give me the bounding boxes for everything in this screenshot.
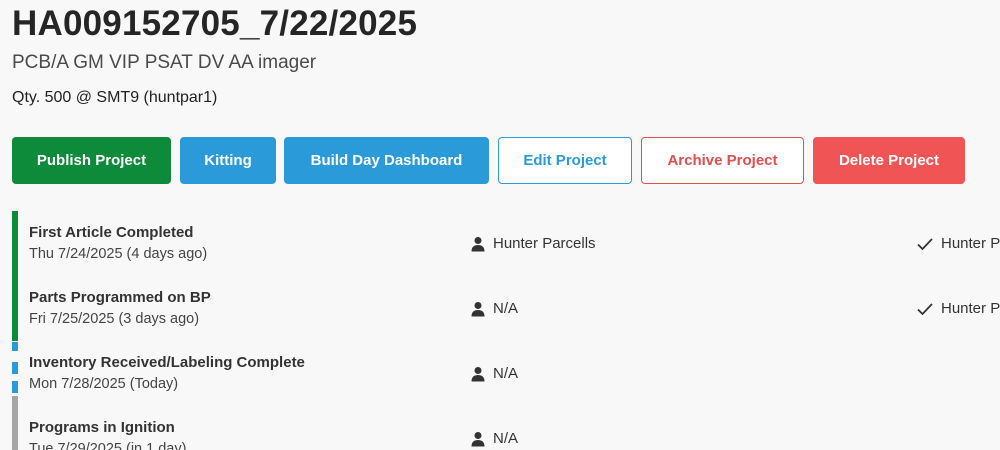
milestone-completed-by: Hunter P [916,235,1000,252]
publish-project-button[interactable]: Publish Project [12,137,171,184]
milestone-date: Thu 7/24/2025 (4 days ago) [29,246,208,262]
user-icon [471,366,485,381]
user-icon [471,236,485,251]
milestone-completed-by: Hunter P [916,300,1000,317]
archive-project-button[interactable]: Archive Project [641,137,804,184]
milestone-name: Parts Programmed on BP [29,289,211,306]
milestone-row[interactable]: Programs in Ignition Tue 7/29/2025 (in 1… [0,406,1000,450]
milestone-timeline: First Article Completed Thu 7/24/2025 (4… [0,211,1000,450]
milestone-name: First Article Completed [29,224,194,241]
milestone-assignee: N/A [470,300,518,317]
milestone-name: Inventory Received/Labeling Complete [29,354,305,371]
assignee-name: N/A [493,300,519,317]
milestone-assignee: N/A [470,365,518,382]
project-subtitle: PCB/A GM VIP PSAT DV AA imager [12,52,317,73]
project-title: HA009152705_7/22/2025 [12,4,418,43]
milestone-assignee: Hunter Parcells [470,235,596,252]
assignee-name: N/A [493,365,519,382]
project-detail-page: HA009152705_7/22/2025 PCB/A GM VIP PSAT … [0,0,1000,450]
milestone-assignee: N/A [470,430,518,447]
assignee-name: N/A [493,430,519,447]
check-icon [917,237,933,250]
edit-project-button[interactable]: Edit Project [498,137,632,184]
check-icon [917,302,933,315]
user-icon [471,301,485,316]
milestone-row[interactable]: Inventory Received/Labeling Complete Mon… [0,341,1000,406]
completed-by-name: Hunter P [941,300,1000,317]
delete-project-button[interactable]: Delete Project [813,137,965,184]
project-quantity: Qty. 500 @ SMT9 (huntpar1) [12,89,218,106]
milestone-date: Fri 7/25/2025 (3 days ago) [29,311,200,327]
completed-by-name: Hunter P [941,235,1000,252]
user-icon [471,431,485,446]
milestone-row[interactable]: Parts Programmed on BP Fri 7/25/2025 (3 … [0,276,1000,341]
milestone-date: Mon 7/28/2025 (Today) [29,376,179,392]
milestone-row[interactable]: First Article Completed Thu 7/24/2025 (4… [0,211,1000,276]
build-day-dashboard-button[interactable]: Build Day Dashboard [284,137,489,184]
assignee-name: Hunter Parcells [493,235,596,252]
kitting-button[interactable]: Kitting [180,137,276,184]
milestone-date: Tue 7/29/2025 (in 1 day) [29,441,187,450]
milestone-name: Programs in Ignition [29,419,175,436]
